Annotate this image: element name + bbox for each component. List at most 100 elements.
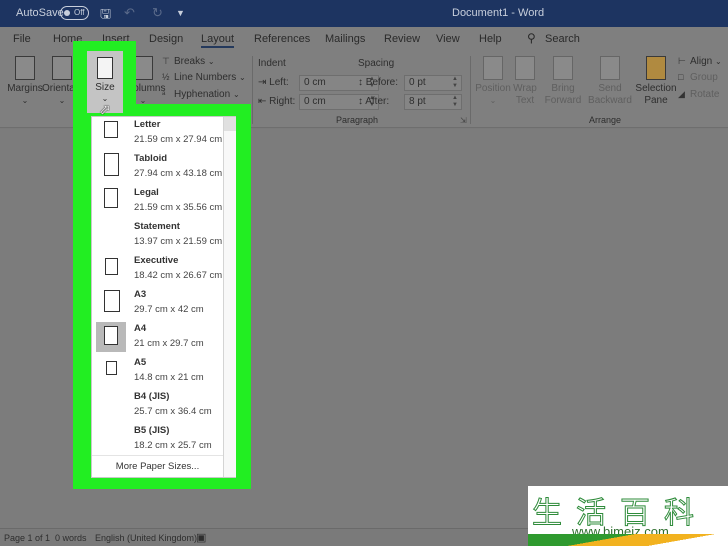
group-button[interactable]: □ Group	[678, 72, 718, 83]
indent-left-value: 0 cm	[304, 77, 326, 88]
size-name: A4	[134, 323, 147, 334]
tab-help[interactable]: Help	[479, 33, 502, 45]
chevron-down-icon: ⌄	[715, 57, 722, 66]
size-label: Size	[95, 82, 115, 93]
size-option-b4-jis[interactable]: B4 (JIS) 25.7 cm x 36.4 cm	[92, 389, 223, 423]
save-icon[interactable]: 🖫	[100, 5, 111, 27]
size-option-legal[interactable]: Legal 21.59 cm x 35.56 cm	[92, 185, 223, 219]
size-dimensions: 14.8 cm x 21 cm	[134, 372, 204, 383]
selection-pane-button[interactable]: Selection Pane	[634, 56, 678, 107]
size-dimensions: 21 cm x 29.7 cm	[134, 338, 204, 349]
size-name: Tabloid	[134, 153, 168, 164]
hyphenation-icon: ᵃ	[162, 89, 166, 99]
size-option-letter[interactable]: Letter 21.59 cm x 27.94 cm	[92, 117, 223, 151]
arrange-group-label: Arrange	[589, 115, 622, 125]
rotate-button[interactable]: ◢ Rotate	[678, 89, 719, 100]
size-option-executive[interactable]: Executive 18.42 cm x 26.67 cm	[92, 253, 223, 287]
size-dropdown-menu: Letter 21.59 cm x 27.94 cm Tabloid 27.94…	[91, 116, 236, 478]
portrait-page-icon	[104, 153, 119, 176]
redo-icon[interactable]: ↻	[152, 5, 163, 21]
size-option-tabloid[interactable]: Tabloid 27.94 cm x 43.18 cm	[92, 151, 223, 185]
paragraph-group-label: Paragraph	[336, 115, 379, 125]
indent-right-icon: ⇤	[258, 96, 267, 107]
size-option-a4[interactable]: A4 21 cm x 29.7 cm	[92, 321, 223, 355]
margins-label: Margins	[7, 83, 43, 94]
orientation-icon	[52, 56, 72, 80]
bring-forward-icon	[553, 56, 573, 80]
indent-right-label: ⇤ Right:	[258, 96, 295, 107]
right-text: Right:	[269, 96, 296, 107]
tab-review[interactable]: Review	[384, 33, 420, 45]
breaks-icon: ⊤	[162, 56, 170, 66]
pane-label: Pane	[644, 95, 668, 106]
language-status[interactable]: English (United Kingdom)	[95, 533, 197, 543]
margins-icon	[15, 56, 35, 80]
size-option-statement[interactable]: Statement 13.97 cm x 21.59 cm	[92, 219, 223, 253]
ribbon-separator	[470, 56, 471, 124]
portrait-page-icon	[105, 258, 118, 275]
spinner-arrows-icon[interactable]: ▲ ▼	[452, 76, 458, 90]
send-label: Send	[598, 83, 622, 94]
size-option-a3[interactable]: A3 29.7 cm x 42 cm	[92, 287, 223, 321]
spacing-after-icon: ↕	[358, 96, 363, 107]
line-numbers-button[interactable]: ½ Line Numbers ⌄	[162, 72, 246, 83]
scrollbar-thumb[interactable]	[224, 117, 236, 131]
bring-forward-button[interactable]: Bring Forward	[540, 56, 586, 107]
rotate-icon: ◢	[678, 89, 685, 99]
accessibility-icon[interactable]: ▣	[196, 531, 206, 544]
tab-design[interactable]: Design	[149, 33, 183, 45]
line-numbers-icon: ½	[162, 72, 170, 82]
spacing-before-input[interactable]: 0 pt ▲ ▼	[404, 75, 462, 91]
spacing-before-value: 0 pt	[409, 77, 426, 88]
send-backward-button[interactable]: Send Backward	[584, 56, 636, 107]
wrap-text-icon	[515, 56, 535, 80]
chevron-down-icon: ⌄	[58, 96, 66, 105]
align-button[interactable]: ⊢ Align ⌄	[678, 56, 722, 67]
portrait-page-icon	[104, 290, 120, 312]
size-name: B4 (JIS)	[134, 391, 170, 402]
align-icon: ⊢	[678, 56, 686, 66]
tab-view[interactable]: View	[436, 33, 460, 45]
search-icon[interactable]: ⚲	[527, 31, 536, 45]
customize-qat-icon[interactable]: ▼	[176, 8, 185, 18]
paragraph-dialog-launcher-icon[interactable]: ⇲	[460, 116, 467, 125]
chevron-down-icon: ⌄	[489, 96, 497, 105]
breaks-button[interactable]: ⊤ Breaks ⌄	[162, 56, 215, 67]
spacing-after-input[interactable]: 8 pt ▲ ▼	[404, 94, 462, 110]
forward-label: Forward	[544, 95, 582, 106]
page-count[interactable]: Page 1 of 1	[4, 533, 50, 543]
wrap-text-button[interactable]: Wrap Text	[510, 56, 540, 107]
hyphenation-button[interactable]: ᵃ Hyphenation ⌄	[162, 89, 240, 100]
position-label: Position	[475, 83, 511, 94]
spacing-after-value: 8 pt	[409, 96, 426, 107]
size-name: A3	[134, 289, 147, 300]
autosave-toggle[interactable]: Off	[60, 6, 89, 20]
line-numbers-label: Line Numbers	[174, 72, 237, 83]
spacing-before-label: ↕ Before:	[358, 77, 398, 88]
columns-icon	[133, 56, 153, 80]
margins-button[interactable]: Margins ⌄	[6, 56, 44, 107]
tab-mailings[interactable]: Mailings	[325, 33, 365, 45]
menu-scrollbar[interactable]	[223, 117, 236, 477]
undo-icon[interactable]: ↶	[124, 5, 135, 21]
toggle-knob	[64, 10, 70, 16]
indent-right-value: 0 cm	[304, 96, 326, 107]
size-dimensions: 21.59 cm x 35.56 cm	[134, 202, 223, 213]
position-button[interactable]: Position ⌄	[474, 56, 512, 107]
spinner-arrows-icon[interactable]: ▲ ▼	[452, 95, 458, 109]
tab-layout[interactable]: Layout	[201, 33, 235, 48]
size-option-b5-jis[interactable]: B5 (JIS) 18.2 cm x 25.7 cm	[92, 423, 223, 457]
search-box[interactable]: Search	[545, 33, 580, 45]
size-icon	[97, 57, 113, 79]
tab-file[interactable]: File	[13, 33, 31, 45]
more-paper-sizes-link[interactable]: More Paper Sizes...	[92, 455, 223, 477]
size-option-a5[interactable]: A5 14.8 cm x 21 cm	[92, 355, 223, 389]
word-count[interactable]: 0 words	[55, 533, 87, 543]
size-dimensions: 29.7 cm x 42 cm	[134, 304, 204, 315]
autosave-state: Off	[74, 8, 85, 17]
title-bar: AutoSave Off 🖫 ↶ ↻ ▼ Document1 - Word	[0, 0, 728, 27]
size-dimensions: 18.2 cm x 25.7 cm	[134, 440, 212, 451]
chevron-down-icon: ⌄	[21, 96, 29, 105]
size-name: Letter	[134, 119, 161, 130]
tab-references[interactable]: References	[254, 33, 310, 45]
